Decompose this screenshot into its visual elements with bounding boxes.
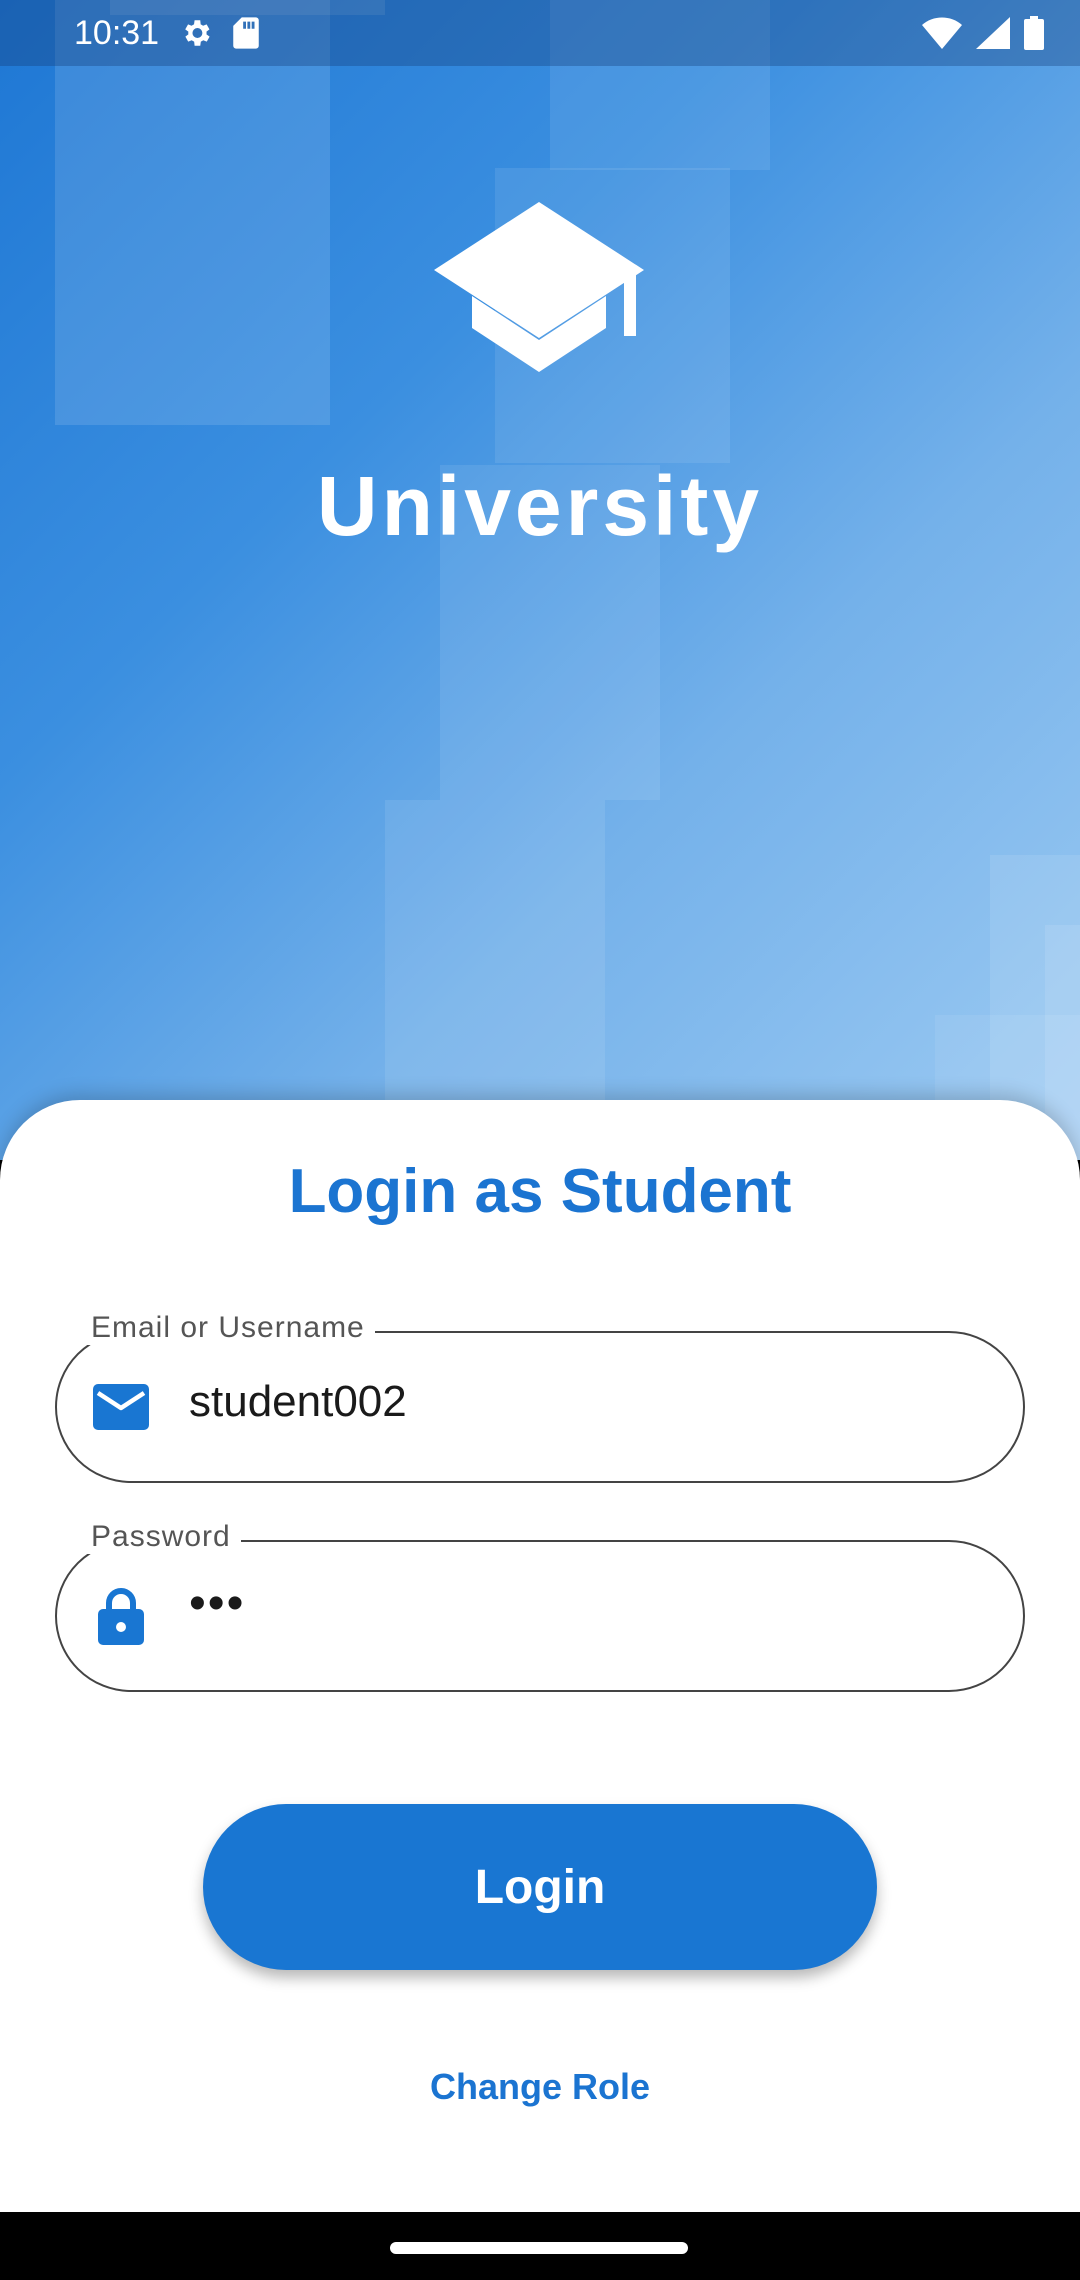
gear-icon (179, 16, 213, 50)
login-card: Login as Student Email or Username stude… (0, 1100, 1080, 2212)
signal-icon (976, 17, 1010, 49)
login-button[interactable]: Login (203, 1804, 877, 1970)
email-icon (93, 1379, 149, 1435)
home-gesture-handle[interactable] (390, 2242, 688, 2254)
hero-background: University (0, 0, 1080, 1160)
password-field-label: Password (81, 1520, 241, 1554)
status-time: 10:31 (74, 13, 160, 52)
wifi-icon (922, 17, 962, 49)
email-field-label: Email or Username (81, 1311, 375, 1345)
graduation-cap-icon (434, 202, 644, 372)
navigation-bar (0, 2212, 1080, 2280)
app-name: University (316, 459, 764, 553)
change-role-link[interactable]: Change Role (0, 2066, 1080, 2108)
lock-icon (93, 1588, 149, 1645)
status-bar: 10:31 (0, 0, 1080, 66)
password-input-value[interactable]: ••• (189, 1576, 245, 1631)
login-title: Login as Student (288, 1157, 792, 1226)
email-input-value[interactable]: student002 (189, 1377, 407, 1427)
password-field[interactable]: Password ••• (55, 1520, 1025, 1692)
email-field[interactable]: Email or Username student002 (55, 1311, 1025, 1483)
battery-icon (1024, 16, 1044, 50)
sd-card-icon (231, 16, 261, 50)
